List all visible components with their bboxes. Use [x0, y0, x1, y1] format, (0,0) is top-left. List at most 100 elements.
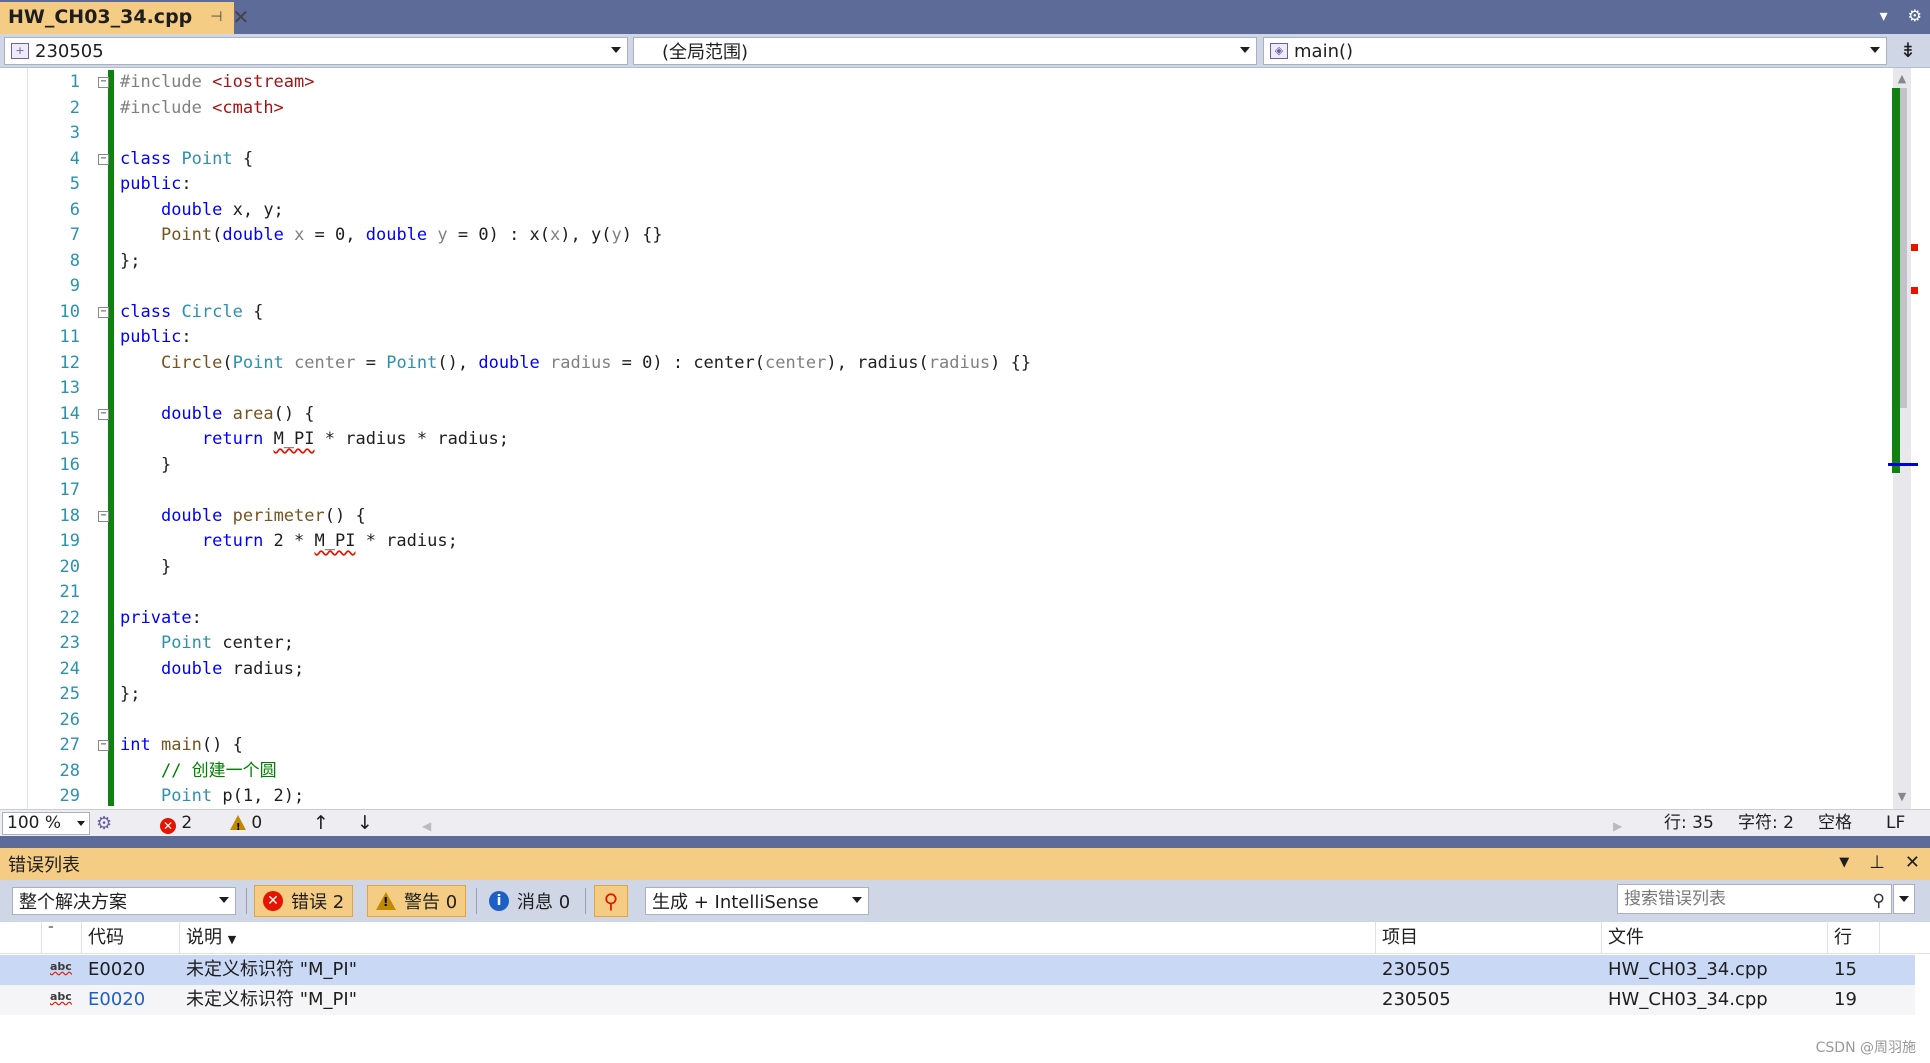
- code-line[interactable]: Point p(1, 2);: [120, 784, 304, 810]
- column-file[interactable]: 文件: [1602, 922, 1828, 954]
- line-indicator[interactable]: 行: 35: [1664, 813, 1714, 834]
- code-line[interactable]: Circle(Point center = Point(), double ra…: [120, 351, 1031, 377]
- errors-filter-button[interactable]: ✕ 错误 2: [254, 885, 354, 917]
- line-number: 21: [59, 582, 80, 602]
- code-line[interactable]: };: [120, 249, 140, 275]
- row-line: 19: [1834, 989, 1857, 1010]
- line-number: 25: [59, 684, 80, 704]
- line-number: 10: [59, 301, 80, 322]
- line-number: 29: [59, 786, 80, 806]
- code-line[interactable]: int main() {: [120, 733, 243, 759]
- member-combo[interactable]: ◈ main(): [1263, 37, 1887, 65]
- fold-toggle-icon[interactable]: −: [98, 510, 109, 522]
- messages-filter-button[interactable]: i 消息 0: [480, 885, 579, 917]
- line-ending-indicator[interactable]: LF: [1886, 813, 1905, 834]
- code-line[interactable]: return M_PI * radius * radius;: [120, 427, 509, 453]
- intellicode-icon[interactable]: ⚙: [96, 813, 112, 834]
- code-line[interactable]: double perimeter() {: [120, 504, 366, 530]
- scroll-down-arrow-icon[interactable]: ▼: [1893, 790, 1911, 804]
- column-code[interactable]: 代码: [82, 922, 180, 954]
- line-number: 26: [59, 709, 80, 730]
- gear-icon[interactable]: ⚙: [1908, 6, 1922, 25]
- panel-controls: ▼ ⊥ ✕: [1839, 852, 1920, 873]
- line-number: 5: [69, 174, 80, 194]
- panel-dropdown-icon[interactable]: ▼: [1839, 855, 1849, 873]
- code-line[interactable]: #include <iostream>: [120, 70, 315, 96]
- whitespace-indicator[interactable]: 空格: [1818, 813, 1852, 834]
- code-area[interactable]: − #include <iostream> #include <cmath> − cla…: [98, 68, 1880, 810]
- column-project[interactable]: 项目: [1376, 922, 1602, 954]
- tab-hw-ch03-34[interactable]: HW_CH03_34.cpp ⊣ ✕: [0, 2, 249, 34]
- code-line[interactable]: return 2 * M_PI * radius;: [120, 529, 458, 555]
- code-line[interactable]: public:: [120, 172, 192, 198]
- scrollbar-error-marker: [1911, 287, 1918, 294]
- table-row[interactable]: abc E0020 未定义标识符 "M_PI" 230505 HW_CH03_3…: [0, 955, 1915, 985]
- code-line[interactable]: private:: [120, 606, 202, 632]
- code-line[interactable]: double x, y;: [120, 198, 284, 224]
- search-icon[interactable]: ⚲: [1873, 887, 1885, 915]
- filter-icon[interactable]: ⚲: [594, 885, 628, 917]
- column-sort-icon[interactable]: ⁼: [42, 922, 82, 954]
- scope-filter-combo[interactable]: 整个解决方案: [12, 887, 236, 915]
- column-description[interactable]: 说明 ▼: [180, 922, 1376, 954]
- table-row[interactable]: abc E0020 未定义标识符 "M_PI" 230505 HW_CH03_3…: [0, 985, 1915, 1015]
- fold-toggle-icon[interactable]: −: [98, 153, 109, 165]
- line-number: 4: [69, 148, 80, 169]
- error-search-input[interactable]: 搜索错误列表 ⚲: [1617, 884, 1892, 914]
- pin-icon[interactable]: ⊣: [210, 9, 222, 25]
- code-line[interactable]: class Circle {: [120, 300, 263, 326]
- scope-filter-value: 整个解决方案: [19, 892, 127, 913]
- error-icon: ✕: [160, 818, 176, 834]
- code-line[interactable]: }: [120, 555, 171, 581]
- code-line[interactable]: };: [120, 682, 140, 708]
- project-value: 230505: [35, 40, 104, 62]
- code-line[interactable]: double area() {: [120, 402, 315, 428]
- code-line[interactable]: Point center;: [120, 631, 294, 657]
- char-indicator[interactable]: 字符: 2: [1738, 813, 1794, 834]
- scroll-up-arrow-icon[interactable]: ▲: [1893, 72, 1911, 86]
- code-editor[interactable]: 1 2 3 4 5 6 7 8 9 10 11 12 13 14 15 16 17 18 19 20 21 22 23 24 2…: [0, 68, 1930, 809]
- hscroll-right-icon[interactable]: ▶: [1613, 816, 1622, 837]
- close-icon[interactable]: ✕: [1905, 852, 1920, 873]
- close-icon[interactable]: ✕: [232, 5, 249, 29]
- previous-issue-arrow-icon[interactable]: ↑: [313, 813, 329, 834]
- editor-status-bar: 100 % ⚙ ✕ 2 0 ↑ ↓ ◀ ▶ 行: 35 字符: 2 空格 LF: [0, 809, 1930, 838]
- tab-dropdown-icon[interactable]: ▾: [1880, 6, 1888, 25]
- error-table-header: ⁼ 代码 说明 ▼ 项目 文件 行: [0, 922, 1930, 954]
- project-combo[interactable]: + 230505: [4, 37, 628, 65]
- code-line[interactable]: }: [120, 453, 171, 479]
- row-line: 15: [1834, 959, 1857, 980]
- fold-toggle-icon[interactable]: −: [98, 740, 109, 751]
- row-code-link[interactable]: E0020: [88, 985, 145, 1015]
- row-project: 230505: [1382, 959, 1451, 980]
- code-line[interactable]: class Point {: [120, 147, 253, 173]
- panel-splitter[interactable]: [0, 836, 1930, 848]
- line-number: 15: [59, 429, 80, 449]
- pin-icon[interactable]: ⊥: [1869, 852, 1885, 873]
- error-icon: ✕: [263, 891, 283, 911]
- warning-count[interactable]: 0: [230, 813, 262, 838]
- error-count[interactable]: ✕ 2: [160, 813, 192, 834]
- column-line[interactable]: 行: [1828, 922, 1880, 954]
- chevron-down-icon: [1240, 47, 1250, 53]
- code-line[interactable]: public:: [120, 325, 192, 351]
- hscroll-left-icon[interactable]: ◀: [422, 816, 431, 837]
- split-window-icon[interactable]: ⇟: [1895, 38, 1921, 64]
- next-issue-arrow-icon[interactable]: ↓: [357, 813, 373, 834]
- scrollbar-caret-marker: [1888, 463, 1918, 466]
- search-options-dropdown[interactable]: [1893, 884, 1915, 914]
- scope-combo[interactable]: (全局范围): [633, 37, 1257, 65]
- fold-toggle-icon[interactable]: −: [98, 408, 109, 420]
- build-filter-combo[interactable]: 生成 + IntelliSense: [645, 887, 869, 915]
- warnings-filter-button[interactable]: 警告 0: [367, 885, 467, 917]
- fold-toggle-icon[interactable]: −: [98, 77, 109, 88]
- fold-toggle-icon[interactable]: −: [98, 306, 109, 318]
- code-line[interactable]: // 创建一个圆: [120, 759, 277, 785]
- code-line[interactable]: double radius;: [120, 657, 304, 683]
- member-value: main(): [1294, 40, 1354, 62]
- tab-bar-controls: ▾ ⚙: [1880, 6, 1922, 25]
- code-line[interactable]: Point(double x = 0, double y = 0) : x(x)…: [120, 223, 663, 249]
- code-line[interactable]: #include <cmath>: [120, 96, 284, 122]
- spelling-error-icon: abc: [50, 990, 72, 1003]
- zoom-combo[interactable]: 100 %: [2, 812, 90, 835]
